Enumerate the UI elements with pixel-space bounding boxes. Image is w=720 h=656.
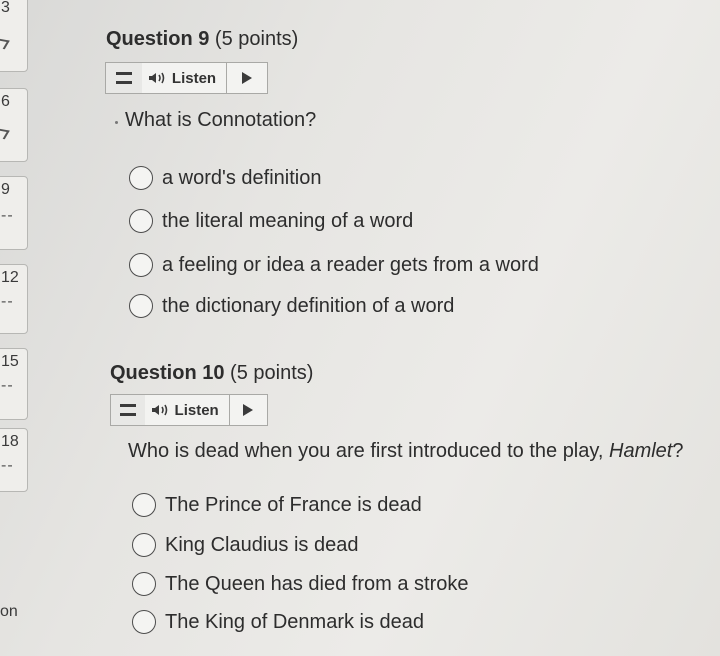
question-card-number: 6 <box>1 93 10 110</box>
listen-button[interactable]: Listen <box>145 395 230 425</box>
question-card-6[interactable]: 6 <box>0 88 28 162</box>
question-title: Question 9 (5 points) <box>106 28 298 51</box>
answer-option[interactable]: the literal meaning of a word <box>129 209 413 233</box>
unanswered-mark: -- <box>1 207 14 224</box>
listen-label: Listen <box>171 69 217 87</box>
prompt-text: Who is dead when you are first introduce… <box>128 440 610 462</box>
answer-option[interactable]: The Prince of France is dead <box>132 493 422 517</box>
unanswered-mark: -- <box>1 377 14 394</box>
radio-button[interactable] <box>132 533 156 557</box>
question-prompt: Who is dead when you are first introduce… <box>128 440 684 463</box>
question-card-18[interactable]: 18 -- <box>0 428 28 492</box>
option-label: The Queen has died from a stroke <box>165 572 469 595</box>
prompt-bullet <box>115 121 118 124</box>
question-number: Question 10 <box>110 362 225 384</box>
listen-button[interactable]: Listen <box>142 63 228 93</box>
listen-menu-button[interactable] <box>111 395 145 425</box>
listen-toolbar: Listen <box>105 62 268 94</box>
menu-icon <box>115 72 132 84</box>
listen-menu-button[interactable] <box>106 63 142 93</box>
play-icon <box>242 72 253 84</box>
option-label: the literal meaning of a word <box>162 209 414 232</box>
question-title: Question 10 (5 points) <box>110 362 313 385</box>
answer-option[interactable]: a word's definition <box>129 166 321 190</box>
question-number: Question 9 <box>106 28 210 50</box>
radio-button[interactable] <box>129 166 153 190</box>
menu-icon <box>119 404 136 416</box>
speaker-icon <box>148 72 165 84</box>
option-label: The King of Denmark is dead <box>165 610 425 633</box>
question-card-number: 15 <box>1 353 19 370</box>
radio-button[interactable] <box>129 209 153 233</box>
radio-button[interactable] <box>132 610 156 634</box>
option-label: the dictionary definition of a word <box>162 294 455 317</box>
speaker-icon <box>151 404 167 416</box>
unanswered-mark: -- <box>1 457 14 474</box>
play-icon <box>243 404 254 416</box>
radio-button[interactable] <box>129 253 153 277</box>
question-card-9[interactable]: 9 -- <box>0 176 28 250</box>
answer-option[interactable]: The King of Denmark is dead <box>132 610 424 634</box>
radio-button[interactable] <box>132 493 156 517</box>
option-label: a word's definition <box>162 166 322 189</box>
question-card-12[interactable]: 12 -- <box>0 264 28 334</box>
listen-label: Listen <box>174 401 219 419</box>
answer-option[interactable]: King Claudius is dead <box>132 533 358 557</box>
question-card-3[interactable]: 3 <box>0 0 28 72</box>
option-label: The Prince of France is dead <box>165 493 422 516</box>
radio-button[interactable] <box>129 294 153 318</box>
option-label: a feeling or idea a reader gets from a w… <box>162 253 539 276</box>
option-label: King Claudius is dead <box>165 533 359 556</box>
question-points: (5 points) <box>230 362 314 384</box>
question-card-number: 18 <box>1 433 19 450</box>
question-prompt: What is Connotation? <box>125 109 317 131</box>
sidebar-tail-label: on <box>0 603 18 620</box>
answer-option[interactable]: the dictionary definition of a word <box>129 294 454 318</box>
answered-check-icon <box>0 128 10 140</box>
question-navigator: 3 6 9 -- 12 -- 15 -- 18 -- on <box>0 0 40 656</box>
listen-toolbar: Listen <box>110 394 268 426</box>
play-button[interactable] <box>227 63 267 93</box>
question-card-number: 12 <box>1 269 19 286</box>
play-button[interactable] <box>230 395 267 425</box>
answer-option[interactable]: The Queen has died from a stroke <box>132 572 469 596</box>
unanswered-mark: -- <box>1 293 14 310</box>
question-card-15[interactable]: 15 -- <box>0 348 28 420</box>
prompt-play-title: Hamlet <box>609 440 673 462</box>
question-card-number: 3 <box>1 0 10 16</box>
radio-button[interactable] <box>132 572 156 596</box>
question-card-number: 9 <box>1 181 10 198</box>
answer-option[interactable]: a feeling or idea a reader gets from a w… <box>129 253 539 277</box>
prompt-question-mark: ? <box>672 440 684 462</box>
question-points: (5 points) <box>214 28 299 50</box>
answered-check-icon <box>0 38 10 50</box>
